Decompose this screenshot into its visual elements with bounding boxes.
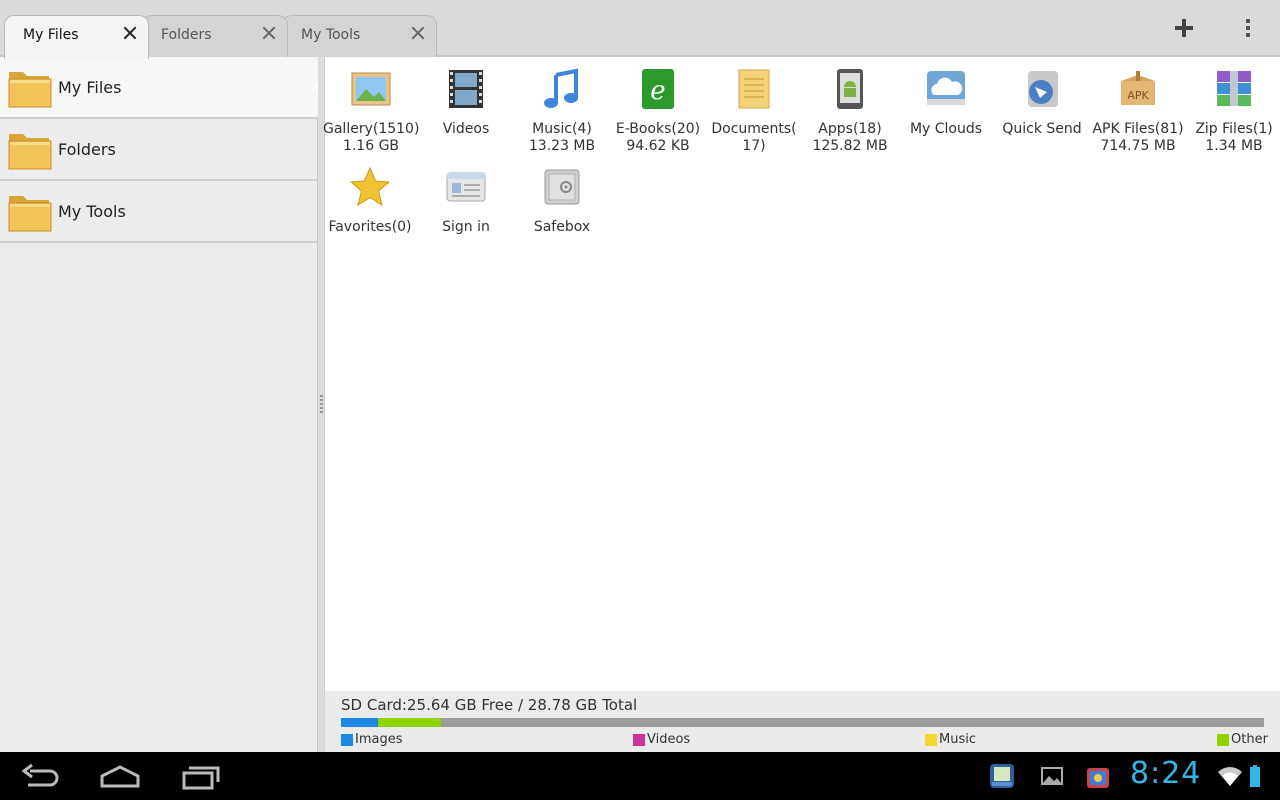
legend-other: Other [1217, 732, 1268, 747]
store-notification-icon[interactable] [1084, 762, 1112, 790]
legend-label: Other [1231, 732, 1268, 747]
category-label: Apps(18) [818, 121, 882, 137]
sidebar-item-label: Folders [58, 140, 116, 159]
category-documents[interactable]: Documents( 17) [706, 57, 802, 155]
legend-label: Images [355, 732, 403, 747]
sidebar-item-my-tools[interactable]: My Tools [0, 181, 318, 243]
category-label: Zip Files(1) [1195, 121, 1273, 137]
sidebar: My Files Folders My Tools [0, 57, 319, 752]
legend-swatch [341, 733, 353, 746]
quick-send-icon [1028, 71, 1058, 107]
category-label: Quick Send [1002, 121, 1082, 137]
legend-label: Music [939, 732, 976, 747]
tab-my-tools[interactable]: My Tools [282, 15, 437, 57]
category-size: 13.23 MB [528, 138, 596, 154]
category-ebooks[interactable]: e E-Books(20) 94.62 KB [610, 57, 706, 155]
gallery-icon [351, 72, 391, 106]
category-my-clouds[interactable]: My Clouds [898, 57, 994, 138]
plus-icon[interactable] [1170, 14, 1198, 42]
category-size: 125.82 MB [812, 138, 888, 154]
back-icon[interactable] [18, 762, 62, 792]
sidebar-item-folders[interactable]: Folders [0, 119, 318, 181]
category-size: 17) [742, 138, 766, 154]
zip-archive-icon [1217, 71, 1251, 106]
category-label: My Clouds [909, 121, 983, 137]
category-label: Safebox [533, 219, 591, 235]
system-navigation-bar: 8:24 [0, 752, 1280, 800]
safe-icon [544, 169, 580, 205]
category-size: 714.75 MB [1100, 138, 1176, 154]
sidebar-item-label: My Files [58, 78, 122, 97]
music-note-icon [544, 68, 578, 108]
category-zip-files[interactable]: Zip Files(1) 1.34 MB [1186, 57, 1280, 155]
battery-icon [1250, 765, 1260, 787]
category-label: Favorites(0) [328, 219, 412, 235]
usage-segment-other [378, 718, 441, 727]
legend-videos: Videos [633, 732, 690, 747]
folder-icon [8, 134, 52, 170]
category-label: APK Files(81) [1092, 121, 1184, 137]
storage-usage-bar [341, 718, 1264, 727]
ebook-icon: e [642, 69, 674, 109]
category-gallery[interactable]: Gallery(1510) 1.16 GB [323, 57, 419, 155]
overflow-menu-icon[interactable] [1234, 14, 1262, 42]
close-icon[interactable] [410, 25, 426, 41]
category-label: Gallery(1510) [323, 121, 420, 137]
category-size: 1.34 MB [1205, 138, 1263, 154]
file-category-grid: Gallery(1510) 1.16 GB Videos Music(4) 13… [322, 57, 1280, 691]
cloud-icon [927, 71, 965, 105]
svg-text:APK: APK [1127, 89, 1149, 102]
legend-music: Music [925, 732, 976, 747]
recent-apps-icon[interactable] [178, 762, 222, 792]
category-size: 1.16 GB [342, 138, 400, 154]
category-apps[interactable]: Apps(18) 125.82 MB [802, 57, 898, 155]
category-videos[interactable]: Videos [418, 57, 514, 138]
category-favorites[interactable]: Favorites(0) [322, 155, 418, 236]
legend-label: Videos [647, 732, 691, 747]
storage-title: SD Card:25.64 GB Free / 28.78 GB Total [341, 696, 638, 714]
folder-icon [8, 196, 52, 232]
category-label: Music(4) [532, 121, 592, 137]
category-label: E-Books(20) [615, 121, 701, 137]
folder-icon [8, 72, 52, 108]
category-apk-files[interactable]: APK APK Files(81) 714.75 MB [1090, 57, 1186, 155]
category-quick-send[interactable]: Quick Send [994, 57, 1090, 138]
id-card-icon [446, 172, 486, 202]
tab-label: Folders [161, 27, 212, 43]
sidebar-item-label: My Tools [58, 202, 126, 221]
legend-swatch [1217, 733, 1229, 746]
usage-segment-images [341, 718, 378, 727]
tab-label: My Files [23, 27, 79, 43]
home-icon[interactable] [98, 762, 142, 792]
close-icon[interactable] [122, 25, 138, 41]
drag-handle-icon[interactable] [320, 395, 323, 415]
storage-summary: SD Card:25.64 GB Free / 28.78 GB Total I… [325, 691, 1280, 752]
category-music[interactable]: Music(4) 13.23 MB [514, 57, 610, 155]
wifi-icon [1218, 767, 1242, 786]
category-sign-in[interactable]: Sign in [418, 155, 514, 236]
close-icon[interactable] [261, 25, 277, 41]
es-app-icon[interactable] [988, 762, 1016, 790]
category-label: Sign in [442, 219, 490, 235]
tab-folders[interactable]: Folders [142, 15, 288, 57]
film-icon [449, 70, 483, 108]
legend-swatch [633, 733, 645, 746]
star-icon [349, 166, 391, 207]
legend-images: Images [341, 732, 403, 747]
category-safebox[interactable]: Safebox [514, 155, 610, 236]
tab-label: My Tools [301, 27, 361, 43]
apk-box-icon: APK [1121, 71, 1155, 105]
svg-text:e: e [650, 76, 665, 106]
legend-swatch [925, 733, 937, 746]
sidebar-item-my-files[interactable]: My Files [0, 57, 319, 119]
tab-bar: My Tools Folders My Files [0, 0, 1280, 59]
tab-my-files[interactable]: My Files [4, 15, 149, 59]
category-size: 94.62 KB [626, 138, 690, 154]
category-label: Videos [442, 121, 490, 137]
gallery-notification-icon[interactable] [1038, 762, 1066, 790]
document-icon [738, 69, 770, 109]
android-app-icon [837, 69, 863, 109]
clock: 8:24 [1130, 756, 1202, 791]
category-label: Documents( [711, 121, 797, 137]
